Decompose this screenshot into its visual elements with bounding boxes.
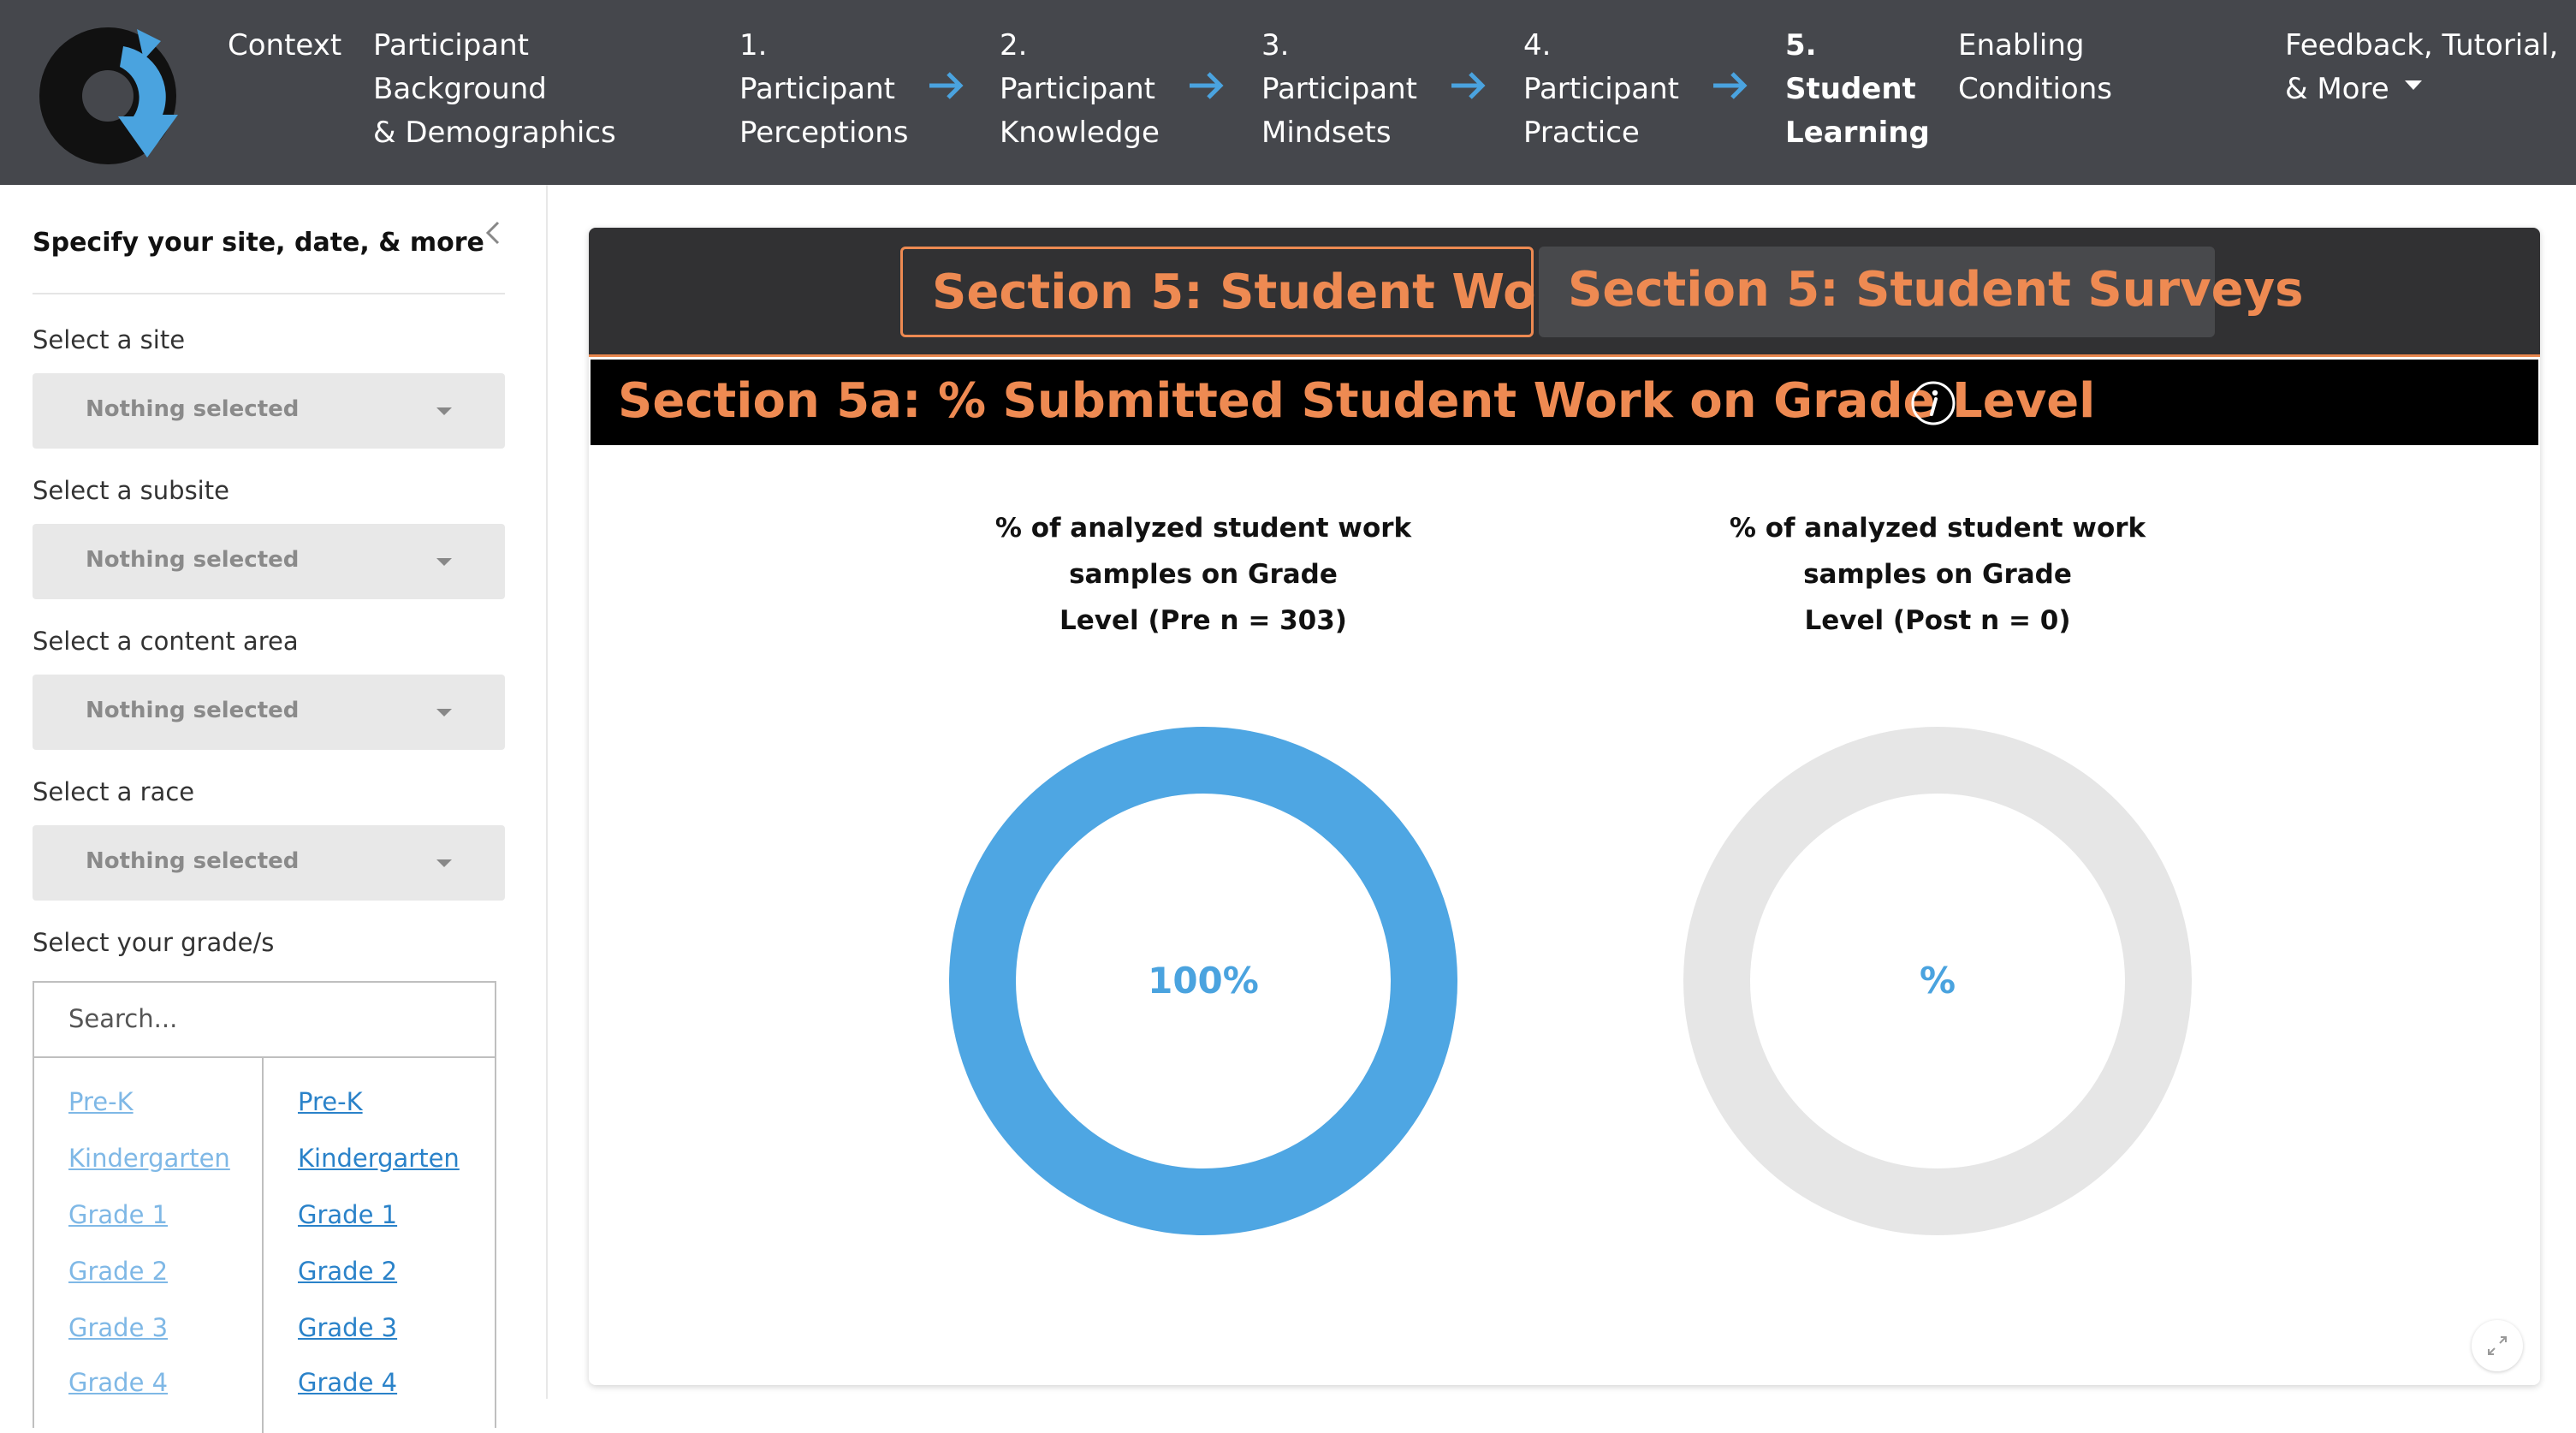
chart-title-pre: % of analyzed student work samples on Gr…: [964, 505, 1443, 644]
grade-multiselect: Search... Pre-K Kindergarten Grade 1 Gra…: [33, 981, 496, 1433]
section-title: Section 5a: % Submitted Student Work on …: [618, 373, 2096, 429]
content-area-select-value: Nothing selected: [86, 698, 300, 723]
logo-icon[interactable]: [34, 21, 185, 166]
nav-step-number: 2.: [1000, 28, 1028, 62]
sidebar: Specify your site, date, & more Select a…: [0, 185, 548, 1433]
nav-step-number: 4.: [1523, 28, 1552, 62]
grade-option-left[interactable]: Grade 3: [68, 1313, 168, 1342]
nav-context-label: Context: [228, 28, 342, 62]
top-navbar: Context Participant Background & Demogra…: [0, 0, 2576, 185]
grade-option-left[interactable]: Kindergarten: [68, 1144, 230, 1173]
nav-label-line: Participant: [1000, 72, 1156, 106]
nav-participant-perceptions[interactable]: 1. Participant Perceptions: [739, 24, 908, 155]
nav-label-line: Enabling: [1958, 28, 2085, 62]
nav-participant-mindsets[interactable]: 3. Participant Mindsets: [1261, 24, 1417, 155]
nav-label-line: Feedback, Tutorial,: [2285, 28, 2559, 62]
divider: [33, 293, 505, 294]
nav-label-line: Knowledge: [1000, 116, 1160, 150]
chart-title-line: % of analyzed student work: [994, 513, 1412, 544]
content-area-label: Select a content area: [33, 627, 299, 656]
nav-step-number: 5.: [1785, 28, 1817, 62]
tab-student-work[interactable]: Section 5: Student Work: [900, 247, 1591, 337]
content-area-select[interactable]: Nothing selected: [33, 675, 505, 750]
grade-option-left[interactable]: Grade 4: [68, 1368, 168, 1397]
race-select[interactable]: Nothing selected: [33, 825, 505, 901]
nav-label-line: Practice: [1523, 116, 1640, 150]
nav-label-line: Participant: [373, 28, 530, 62]
grade-option-left[interactable]: Grade 1: [68, 1200, 168, 1229]
grade-option-right[interactable]: Kindergarten: [298, 1144, 460, 1173]
section-tabs: Section 5: Student Work Section 5: Stude…: [589, 228, 2540, 357]
info-icon[interactable]: [1910, 380, 1956, 426]
chart-title-post: % of analyzed student work samples on Gr…: [1698, 505, 2177, 644]
chevron-down-icon: [436, 709, 452, 716]
grade-option-right[interactable]: Pre-K: [298, 1087, 363, 1116]
main-panel: Section 5: Student Work Section 5: Stude…: [589, 228, 2540, 1385]
expand-button[interactable]: [2472, 1320, 2523, 1371]
chart-title-line: Level (Post n = 0): [1804, 605, 2071, 636]
donut-chart-pre: 100%: [947, 724, 1460, 1238]
tab-label: Section 5: Student Surveys: [1568, 262, 2304, 318]
nav-participant-practice[interactable]: 4. Participant Practice: [1523, 24, 1679, 155]
donut-center-label: %: [1919, 960, 1956, 1002]
arrow-right-icon: [1713, 72, 1748, 99]
chevron-down-icon: [436, 407, 452, 415]
grade-option-right[interactable]: Grade 1: [298, 1200, 397, 1229]
nav-label-line: Perceptions: [739, 116, 909, 150]
collapse-sidebar-icon[interactable]: [483, 217, 503, 248]
grade-label: Select your grade/s: [33, 928, 275, 957]
column-divider: [262, 1056, 264, 1433]
race-select-value: Nothing selected: [86, 848, 300, 874]
nav-participant-knowledge[interactable]: 2. Participant Knowledge: [1000, 24, 1160, 155]
nav-feedback-dropdown[interactable]: Feedback, Tutorial, & More: [2285, 24, 2558, 111]
nav-label-line: & Demographics: [373, 116, 616, 150]
chart-title-line: samples on Grade: [1069, 559, 1338, 590]
nav-label-line: Student: [1785, 72, 1916, 106]
nav-label-line: Conditions: [1958, 72, 2112, 106]
grade-option-left[interactable]: Pre-K: [68, 1087, 134, 1116]
nav-label-line: Background: [373, 72, 547, 106]
sidebar-title: Specify your site, date, & more: [33, 228, 484, 258]
tab-student-surveys[interactable]: Section 5: Student Surveys: [1539, 247, 2303, 337]
chevron-down-icon: [436, 859, 452, 867]
chart-title-line: samples on Grade: [1803, 559, 2072, 590]
nav-label-line: Participant: [739, 72, 896, 106]
site-select-value: Nothing selected: [86, 396, 300, 422]
expand-icon: [2488, 1336, 2507, 1355]
chart-title-line: % of analyzed student work: [1729, 513, 2146, 544]
grade-option-right[interactable]: Grade 4: [298, 1368, 397, 1397]
nav-student-learning[interactable]: 5. Student Learning: [1785, 24, 1930, 155]
nav-participant-background[interactable]: Participant Background & Demographics: [373, 24, 616, 155]
subsite-label: Select a subsite: [33, 476, 229, 505]
site-label: Select a site: [33, 325, 186, 354]
donut-center-label: 100%: [1148, 960, 1259, 1002]
subsite-select-value: Nothing selected: [86, 547, 300, 573]
grade-option-left[interactable]: Grade 2: [68, 1257, 168, 1286]
grade-search-placeholder: Search...: [68, 1004, 178, 1033]
nav-label-line: & More: [2285, 72, 2389, 106]
grade-option-right[interactable]: Grade 2: [298, 1257, 397, 1286]
nav-step-number: 1.: [739, 28, 768, 62]
tab-label: Section 5: Student Work: [932, 265, 1592, 320]
arrow-right-icon: [1190, 72, 1224, 99]
nav-context[interactable]: Context: [228, 24, 341, 68]
arrow-right-icon: [929, 72, 964, 99]
nav-label-line: Participant: [1523, 72, 1680, 106]
site-select[interactable]: Nothing selected: [33, 373, 505, 449]
chart-title-line: Level (Pre n = 303): [1059, 605, 1347, 636]
race-label: Select a race: [33, 777, 195, 806]
nav-label-line: Mindsets: [1261, 116, 1392, 150]
nav-label-line: Participant: [1261, 72, 1418, 106]
chevron-down-icon: [436, 558, 452, 566]
grade-search-input[interactable]: Search...: [34, 983, 495, 1058]
subsite-select[interactable]: Nothing selected: [33, 524, 505, 599]
nav-enabling-conditions[interactable]: Enabling Conditions: [1958, 24, 2112, 111]
caret-down-icon: [2404, 80, 2422, 90]
arrow-right-icon: [1451, 72, 1486, 99]
nav-step-number: 3.: [1261, 28, 1290, 62]
donut-chart-post: %: [1681, 724, 2194, 1238]
section-header: Section 5a: % Submitted Student Work on …: [591, 360, 2538, 445]
grade-option-right[interactable]: Grade 3: [298, 1313, 397, 1342]
nav-label-line: Learning: [1785, 116, 1930, 150]
